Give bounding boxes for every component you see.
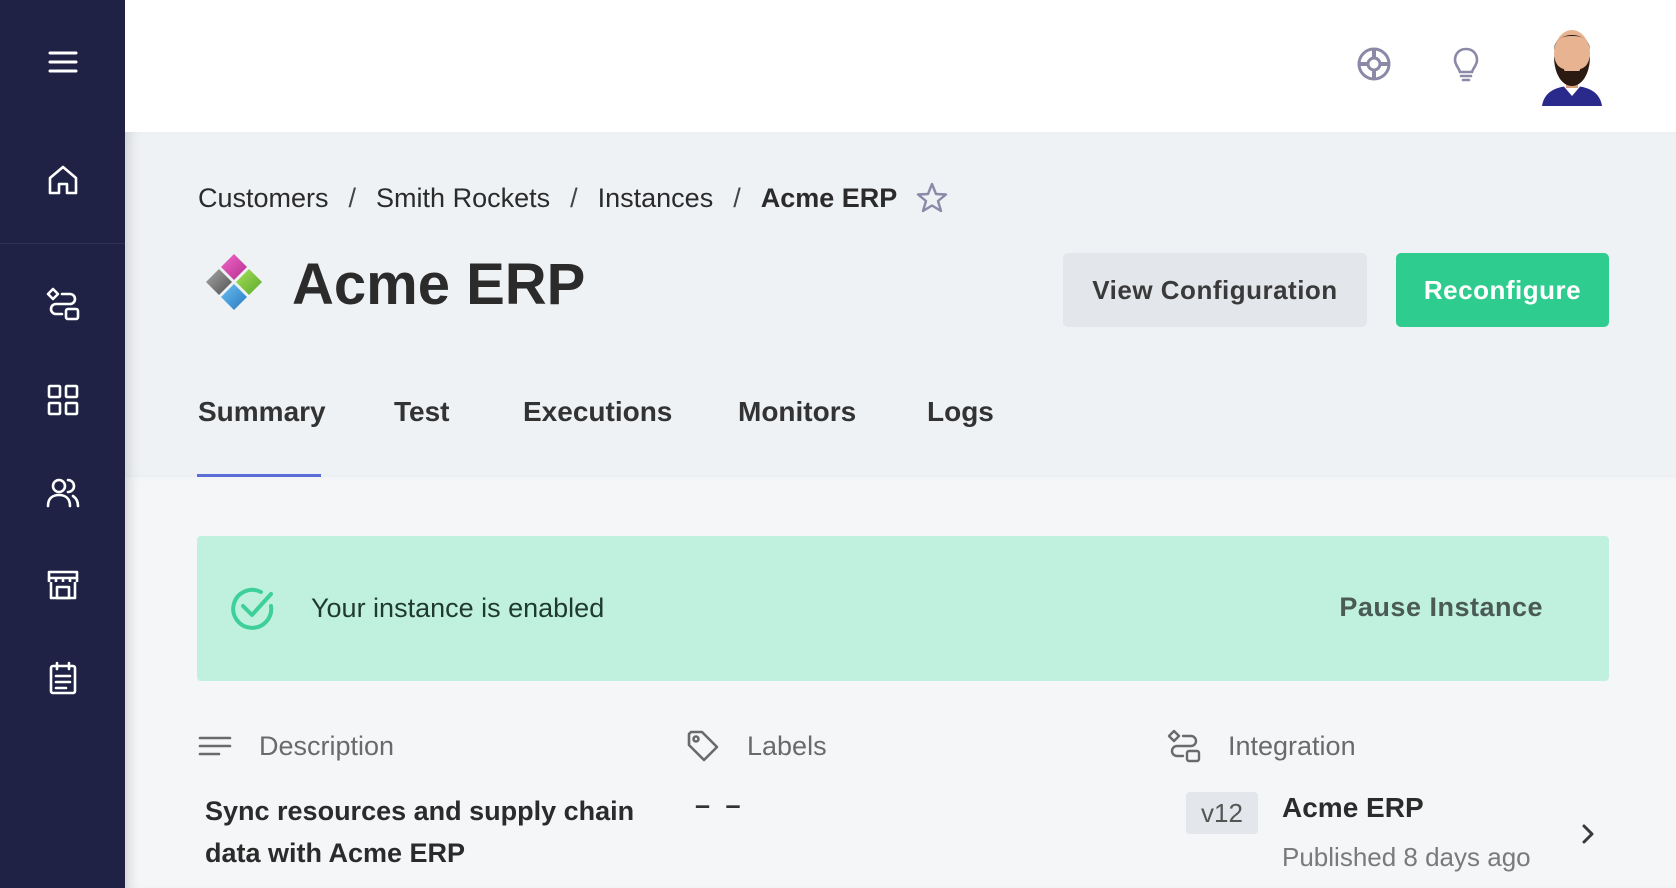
favorite-button[interactable]	[915, 181, 949, 215]
view-configuration-button[interactable]: View Configuration	[1063, 253, 1367, 327]
breadcrumb-separator: /	[348, 182, 357, 213]
integration-icon	[1167, 729, 1201, 763]
sidebar	[0, 0, 125, 888]
components-icon	[47, 384, 78, 416]
marketplace-icon	[47, 570, 78, 600]
integration-published: Published 8 days ago	[1282, 842, 1531, 872]
help-icon	[1357, 47, 1391, 81]
logs-icon	[49, 661, 76, 695]
sidebar-item-logs[interactable]	[0, 648, 125, 708]
breadcrumb-current: Acme ERP	[760, 182, 898, 213]
status-message: Your instance is enabled	[311, 593, 605, 623]
labels-value: – –	[695, 790, 745, 820]
tab-summary[interactable]: Summary	[198, 396, 326, 428]
sidebar-item-components[interactable]	[0, 370, 125, 430]
sidebar-item-integrations[interactable]	[0, 274, 125, 334]
active-tab-indicator	[197, 474, 321, 477]
integration-logo-icon	[206, 254, 262, 310]
tab-executions[interactable]: Executions	[523, 396, 672, 428]
integration-heading: Integration	[1228, 730, 1356, 761]
chevron-right-icon[interactable]	[1570, 816, 1606, 852]
menu-button[interactable]	[0, 32, 125, 92]
menu-icon	[48, 51, 77, 73]
description-text: Sync resources and supply chain data wit…	[205, 796, 635, 868]
tab-logs[interactable]: Logs	[927, 396, 994, 428]
description-heading: Description	[259, 730, 395, 761]
labels-section: Labels	[685, 726, 827, 766]
ideas-button[interactable]	[1442, 40, 1490, 88]
check-circle-icon	[231, 587, 274, 630]
sidebar-item-customers[interactable]	[0, 463, 125, 523]
description-section: Description	[197, 726, 394, 766]
sidebar-item-marketplace[interactable]	[0, 555, 125, 615]
integration-section: Integration	[1166, 726, 1356, 766]
breadcrumb-separator: /	[733, 182, 741, 213]
sidebar-divider	[0, 243, 125, 244]
tab-test[interactable]: Test	[394, 396, 450, 428]
user-avatar-icon	[1542, 30, 1602, 106]
integrations-icon	[46, 287, 79, 321]
lightbulb-icon	[1453, 47, 1479, 82]
breadcrumb-customer[interactable]: Smith Rockets	[376, 183, 550, 214]
description-icon	[198, 736, 232, 756]
help-button[interactable]	[1350, 40, 1398, 88]
tab-monitors[interactable]: Monitors	[738, 396, 856, 428]
labels-heading: Labels	[747, 730, 827, 761]
reconfigure-button[interactable]: Reconfigure	[1396, 253, 1609, 327]
home-icon	[48, 165, 77, 195]
page-title: Acme ERP	[292, 252, 586, 317]
pause-instance-button[interactable]: Pause Instance	[1339, 592, 1543, 623]
avatar[interactable]	[1536, 22, 1608, 106]
status-banner: Your instance is enabled Pause Instance	[197, 536, 1609, 681]
integration-name[interactable]: Acme ERP	[1282, 792, 1424, 824]
star-icon	[917, 182, 948, 213]
breadcrumb-instances[interactable]: Instances	[598, 183, 714, 214]
tag-icon	[687, 730, 719, 762]
breadcrumb-separator: /	[570, 182, 578, 213]
sidebar-item-home[interactable]	[0, 150, 125, 210]
version-badge: v12	[1186, 792, 1258, 834]
breadcrumb: Customers / Smith Rockets / Instances / …	[198, 180, 949, 216]
customers-icon	[46, 478, 79, 508]
breadcrumb-customers[interactable]: Customers	[198, 183, 329, 214]
